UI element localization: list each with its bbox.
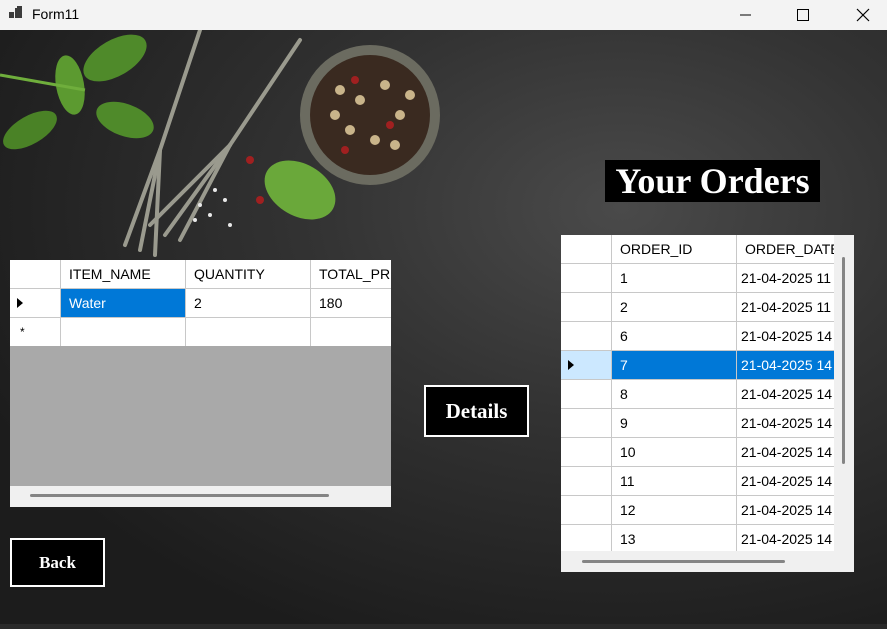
table-cell[interactable]: 1: [612, 264, 737, 293]
row-header[interactable]: [561, 525, 612, 551]
row-header[interactable]: [10, 289, 61, 318]
table-cell[interactable]: 21-04-2025 14: [737, 467, 834, 496]
table-cell[interactable]: 21-04-2025 14: [737, 380, 834, 409]
current-row-arrow-icon: [17, 298, 23, 308]
table-cell[interactable]: [61, 318, 186, 347]
row-header[interactable]: [561, 293, 612, 322]
minimize-button[interactable]: [723, 0, 769, 30]
table-cell[interactable]: [186, 318, 311, 347]
row-header[interactable]: [561, 467, 612, 496]
row-header[interactable]: [561, 351, 612, 380]
table-cell[interactable]: 7: [612, 351, 737, 380]
table-cell[interactable]: 21-04-2025 11: [737, 293, 834, 322]
orders-grid-body: ORDER_ID ORDER_DATE 1 21-04-2025 11 2 21-04…: [561, 235, 834, 551]
table-cell[interactable]: 10: [612, 438, 737, 467]
table-cell[interactable]: 6: [612, 322, 737, 351]
page-title: Your Orders: [605, 160, 820, 202]
current-row-arrow-icon: [568, 360, 574, 370]
scrollbar-thumb[interactable]: [582, 560, 785, 563]
table-cell[interactable]: 9: [612, 409, 737, 438]
minimize-icon: [740, 14, 751, 16]
app-icon: [9, 6, 22, 18]
row-header[interactable]: [561, 264, 612, 293]
table-cell[interactable]: 21-04-2025 14: [737, 322, 834, 351]
back-button[interactable]: Back: [10, 538, 105, 587]
table-cell[interactable]: [311, 318, 391, 347]
close-button[interactable]: [840, 0, 886, 30]
items-grid[interactable]: ITEM_NAME QUANTITY TOTAL_PRIC Water 2 18…: [10, 260, 391, 507]
column-header-item-name[interactable]: ITEM_NAME: [61, 260, 186, 289]
column-header-total-price[interactable]: TOTAL_PRIC: [311, 260, 391, 289]
table-cell[interactable]: 21-04-2025 14: [737, 351, 834, 380]
table-cell[interactable]: 13: [612, 525, 737, 551]
orders-grid[interactable]: ORDER_ID ORDER_DATE 1 21-04-2025 11 2 21-04…: [561, 235, 854, 572]
table-cell[interactable]: 11: [612, 467, 737, 496]
row-header[interactable]: [561, 409, 612, 438]
column-header-quantity[interactable]: QUANTITY: [186, 260, 311, 289]
table-cell[interactable]: 2: [612, 293, 737, 322]
table-cell[interactable]: 12: [612, 496, 737, 525]
table-cell[interactable]: Water: [61, 289, 186, 318]
items-grid-corner-header: [10, 260, 61, 289]
row-header[interactable]: [561, 322, 612, 351]
close-icon: [856, 8, 870, 22]
table-cell[interactable]: 180: [311, 289, 391, 318]
window-title: Form11: [32, 6, 80, 22]
horizontal-scrollbar[interactable]: [561, 551, 854, 572]
details-button[interactable]: Details: [424, 385, 529, 437]
grid-empty-area: [10, 346, 391, 486]
table-cell[interactable]: 8: [612, 380, 737, 409]
row-header[interactable]: [561, 380, 612, 409]
horizontal-scrollbar[interactable]: [10, 486, 391, 507]
new-row-marker[interactable]: *: [10, 318, 61, 347]
vertical-scrollbar[interactable]: [834, 235, 854, 551]
scrollbar-thumb[interactable]: [842, 257, 845, 464]
table-cell[interactable]: 21-04-2025 11: [737, 264, 834, 293]
column-header-order-date[interactable]: ORDER_DATE: [737, 235, 834, 264]
row-header[interactable]: [561, 496, 612, 525]
orders-grid-corner-header: [561, 235, 612, 264]
row-header[interactable]: [561, 438, 612, 467]
maximize-icon: [797, 9, 809, 21]
title-bar: Form11: [0, 0, 887, 30]
table-cell[interactable]: 21-04-2025 14: [737, 409, 834, 438]
table-cell[interactable]: 21-04-2025 14: [737, 525, 834, 551]
maximize-button[interactable]: [780, 0, 826, 30]
scrollbar-thumb[interactable]: [30, 494, 329, 497]
table-cell[interactable]: 21-04-2025 14: [737, 438, 834, 467]
column-header-order-id[interactable]: ORDER_ID: [612, 235, 737, 264]
table-cell[interactable]: 21-04-2025 14: [737, 496, 834, 525]
table-cell[interactable]: 2: [186, 289, 311, 318]
